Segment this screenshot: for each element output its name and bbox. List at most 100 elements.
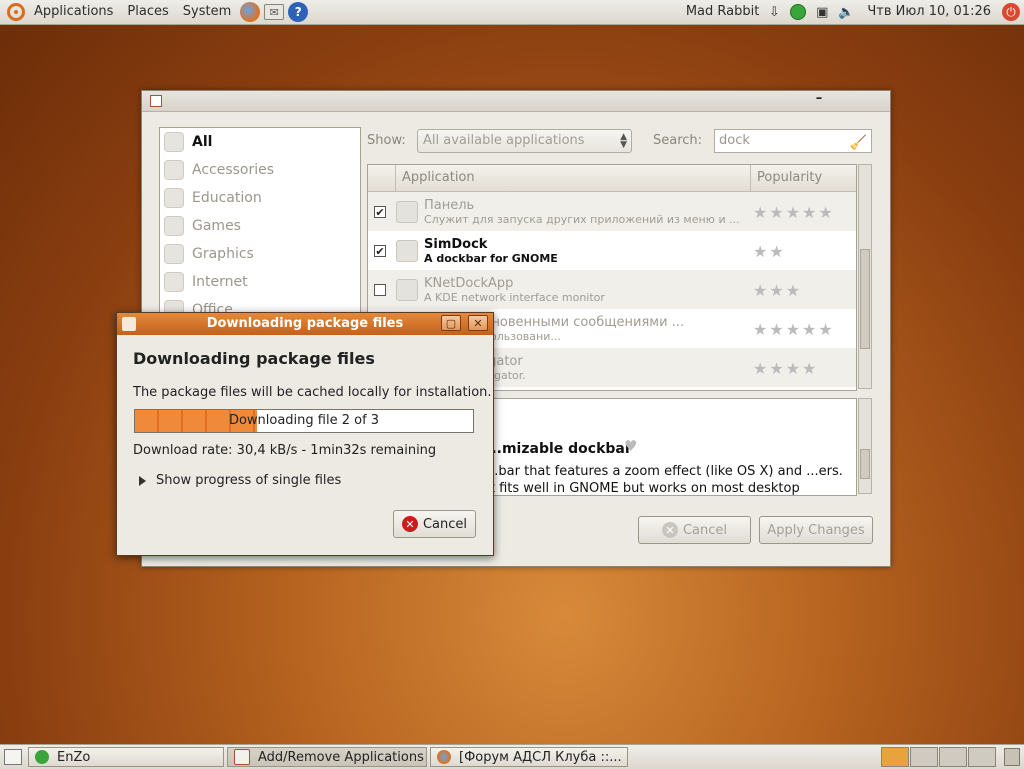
apply-changes-button[interactable]: Apply Changes [759,516,873,544]
cancel-icon: ✕ [401,516,418,532]
mail-launcher-icon[interactable]: ✉ [264,4,285,20]
menu-places[interactable]: Places [120,0,175,24]
minimize-button[interactable]: – [808,91,830,111]
network-icon[interactable] [790,4,807,20]
app-name: Панель [424,197,475,213]
search-label: Search: [653,133,703,148]
category-internet[interactable]: Internet [160,268,360,296]
category-label: Games [192,218,241,234]
heart-icon: ♥ [624,437,638,455]
taskbar-item-label: Add/Remove Applications [258,749,424,765]
window-app-icon [150,95,162,107]
panel-app-icon [396,200,418,223]
category-graphics[interactable]: Graphics [160,240,360,268]
dialog-titlebar[interactable]: Downloading package files ▢ ✕ [117,313,493,335]
workspace-3[interactable] [939,747,967,767]
expander-arrow-icon [139,475,146,486]
category-label: Accessories [192,162,275,178]
search-input[interactable]: dock 🧹 [714,129,872,153]
taskbar-item-label: [Форум АДСЛ Клуба ::... [459,749,622,765]
table-scrollbar[interactable] [858,164,872,389]
description-scrollbar-thumb[interactable] [860,449,870,479]
window-titlebar[interactable]: – [142,91,890,112]
trash-icon[interactable] [1004,748,1020,766]
user-switcher[interactable]: Mad Rabbit [679,0,767,24]
install-checkbox[interactable]: ✔ [374,205,386,218]
dialog-cancel-button[interactable]: ✕ Cancel [393,510,476,538]
description-text: ...bar that features a zoom effect (like… [486,464,843,496]
workspace-4[interactable] [968,747,996,767]
accessories-icon [164,160,184,180]
column-header-check[interactable] [368,165,396,191]
dialog-heading: Downloading package files [133,349,375,368]
bottom-panel: EnZo Add/Remove Applications [Форум АДСЛ… [0,744,1024,769]
description-scrollbar[interactable] [858,398,872,494]
column-header-popularity[interactable]: Popularity [751,165,822,191]
add-remove-icon [234,749,250,765]
category-games[interactable]: Games [160,212,360,240]
simdock-app-icon [396,239,418,262]
cancel-icon: ✕ [661,522,678,538]
install-checkbox[interactable] [374,283,386,296]
taskbar-item-add-remove[interactable]: Add/Remove Applications [227,747,427,767]
install-checkbox[interactable]: ✔ [374,244,386,257]
menu-system[interactable]: System [176,0,238,24]
app-description: Служит для запуска других приложений из … [424,212,740,226]
cancel-button[interactable]: ✕ Cancel [638,516,751,544]
category-education[interactable]: Education [160,184,360,212]
top-panel: Applications Places System ✉ ? Mad Rabbi… [0,0,1024,25]
knetdockapp-app-icon [396,278,418,301]
combo-arrows-icon: ▲ ▼ [620,132,627,150]
show-combobox[interactable]: All available applications ▲ ▼ [417,129,632,153]
workspace-1[interactable] [881,747,909,767]
system-tray: ⇩ ▣ 🔈 [766,4,854,20]
show-combobox-value: All available applications [423,133,585,148]
table-row[interactable]: ✔ Панель Служит для запуска других прилож… [368,192,856,231]
education-icon [164,188,184,208]
help-launcher-icon[interactable]: ? [288,2,309,22]
dialog-title: Downloading package files [206,316,404,331]
app-name: SimDock [424,236,488,252]
taskbar-item-label: EnZo [57,749,91,765]
category-all[interactable]: All [160,128,360,156]
close-button[interactable]: ✕ [468,315,488,331]
single-files-expander[interactable]: Show progress of single files [139,473,341,488]
update-notifier-icon[interactable]: ⇩ [766,4,782,20]
column-header-application[interactable]: Application [396,165,751,191]
workspace-2[interactable] [910,747,938,767]
search-input-value: dock [719,133,750,148]
display-icon[interactable]: ▣ [814,4,830,20]
clock[interactable]: Чтв Июл 10, 01:26 [860,0,998,24]
description-title: ...mizable dockbar [486,441,632,457]
category-label: Graphics [192,246,254,262]
download-progress-bar: Downloading file 2 of 3 [134,409,474,433]
menu-applications[interactable]: Applications [27,0,120,24]
firefox-launcher-icon[interactable] [240,2,261,22]
graphics-icon [164,244,184,264]
shutdown-icon[interactable]: ⏻ [1002,3,1020,21]
category-label: Internet [192,274,248,290]
popularity-stars: ★★★★★ [753,203,835,222]
table-row[interactable]: ✔ SimDock A dockbar for GNOME ★★ [368,231,856,270]
maximize-button[interactable]: ▢ [441,315,461,331]
category-label: All [192,134,213,150]
volume-icon[interactable]: 🔈 [838,4,854,20]
taskbar-item-firefox[interactable]: [Форум АДСЛ Клуба ::... [430,747,628,767]
table-row[interactable]: KNetDockApp A KDE network interface monit… [368,270,856,309]
app-description: A KDE network interface monitor [424,290,605,304]
clear-search-icon[interactable]: 🧹 [850,132,867,154]
progress-text: Downloading file 2 of 3 [228,413,380,428]
enzo-icon [35,750,49,764]
dialog-cancel-label: Cancel [422,516,468,532]
show-desktop-icon[interactable] [4,749,22,765]
firefox-icon [437,750,451,764]
taskbar-item-enzo[interactable]: EnZo [28,747,224,767]
table-header: Application Popularity [368,165,856,192]
internet-icon [164,272,184,292]
expander-label: Show progress of single files [156,473,342,488]
ubuntu-logo-icon[interactable] [7,3,25,21]
category-accessories[interactable]: Accessories [160,156,360,184]
popularity-stars: ★★★★★ [753,320,835,339]
table-scrollbar-thumb[interactable] [860,249,870,349]
popularity-stars: ★★★ [753,281,803,300]
